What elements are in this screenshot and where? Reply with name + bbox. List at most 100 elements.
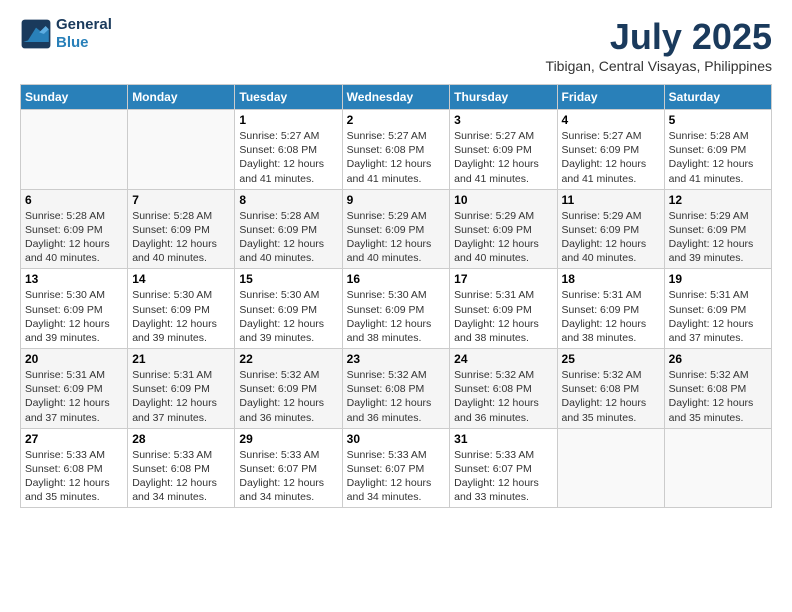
day-info: Sunrise: 5:30 AM Sunset: 6:09 PM Dayligh… xyxy=(347,288,446,345)
day-number: 4 xyxy=(562,113,660,127)
day-number: 26 xyxy=(669,352,767,366)
day-number: 15 xyxy=(239,272,337,286)
calendar-day-cell: 23Sunrise: 5:32 AM Sunset: 6:08 PM Dayli… xyxy=(342,349,450,429)
calendar-day-cell: 18 Sunrise: 5:31 AM Sunset: 6:09 PM Dayli… xyxy=(557,269,664,349)
day-of-week-header: Monday xyxy=(128,85,235,110)
calendar-header: SundayMondayTuesdayWednesdayThursdayFrid… xyxy=(21,85,772,110)
day-number: 12 xyxy=(669,193,767,207)
day-info: Sunrise: 5:29 AM Sunset: 6:09 PM Dayligh… xyxy=(669,209,767,266)
day-info: Sunrise: 5:27 AM Sunset: 6:09 PM Dayligh… xyxy=(454,129,552,186)
day-of-week-header: Thursday xyxy=(450,85,557,110)
day-info: Sunrise: 5:32 AM Sunset: 6:08 PM Dayligh… xyxy=(669,368,767,425)
day-info: Sunrise: 5:33 AM Sunset: 6:07 PM Dayligh… xyxy=(347,448,446,505)
day-number: 19 xyxy=(669,272,767,286)
day-info: Sunrise: 5:33 AM Sunset: 6:07 PM Dayligh… xyxy=(454,448,552,505)
day-info: Sunrise: 5:31 AM Sunset: 6:09 PM Dayligh… xyxy=(562,288,660,345)
calendar-day-cell: 7 Sunrise: 5:28 AM Sunset: 6:09 PM Daylig… xyxy=(128,189,235,269)
calendar-body: 1 Sunrise: 5:27 AM Sunset: 6:08 PM Daylig… xyxy=(21,110,772,508)
calendar-week-row: 1 Sunrise: 5:27 AM Sunset: 6:08 PM Daylig… xyxy=(21,110,772,190)
day-info: Sunrise: 5:30 AM Sunset: 6:09 PM Dayligh… xyxy=(132,288,230,345)
logo-icon xyxy=(20,18,52,50)
day-number: 8 xyxy=(239,193,337,207)
day-of-week-header: Friday xyxy=(557,85,664,110)
day-info: Sunrise: 5:30 AM Sunset: 6:09 PM Dayligh… xyxy=(25,288,123,345)
calendar-day-cell: 14Sunrise: 5:30 AM Sunset: 6:09 PM Dayli… xyxy=(128,269,235,349)
calendar-day-cell: 10Sunrise: 5:29 AM Sunset: 6:09 PM Dayli… xyxy=(450,189,557,269)
calendar-day-cell: 15 Sunrise: 5:30 AM Sunset: 6:09 PM Dayli… xyxy=(235,269,342,349)
calendar-table: SundayMondayTuesdayWednesdayThursdayFrid… xyxy=(20,84,772,508)
calendar-day-cell: 4 Sunrise: 5:27 AM Sunset: 6:09 PM Daylig… xyxy=(557,110,664,190)
day-info: Sunrise: 5:31 AM Sunset: 6:09 PM Dayligh… xyxy=(25,368,123,425)
day-info: Sunrise: 5:32 AM Sunset: 6:08 PM Dayligh… xyxy=(454,368,552,425)
day-number: 5 xyxy=(669,113,767,127)
day-number: 7 xyxy=(132,193,230,207)
calendar-day-cell: 13 Sunrise: 5:30 AM Sunset: 6:09 PM Dayli… xyxy=(21,269,128,349)
day-number: 29 xyxy=(239,432,337,446)
day-info: Sunrise: 5:31 AM Sunset: 6:09 PM Dayligh… xyxy=(132,368,230,425)
page-header: General Blue July 2025 Tibigan, Central … xyxy=(20,16,772,74)
calendar-week-row: 27Sunrise: 5:33 AM Sunset: 6:08 PM Dayli… xyxy=(21,428,772,508)
day-number: 31 xyxy=(454,432,552,446)
day-info: Sunrise: 5:27 AM Sunset: 6:09 PM Dayligh… xyxy=(562,129,660,186)
calendar-day-cell: 31 Sunrise: 5:33 AM Sunset: 6:07 PM Dayli… xyxy=(450,428,557,508)
calendar-week-row: 20 Sunrise: 5:31 AM Sunset: 6:09 PM Dayli… xyxy=(21,349,772,429)
calendar-day-cell: 22Sunrise: 5:32 AM Sunset: 6:09 PM Dayli… xyxy=(235,349,342,429)
day-info: Sunrise: 5:31 AM Sunset: 6:09 PM Dayligh… xyxy=(669,288,767,345)
day-info: Sunrise: 5:28 AM Sunset: 6:09 PM Dayligh… xyxy=(25,209,123,266)
day-number: 2 xyxy=(347,113,446,127)
calendar-day-cell: 20 Sunrise: 5:31 AM Sunset: 6:09 PM Dayli… xyxy=(21,349,128,429)
calendar-day-cell: 12 Sunrise: 5:29 AM Sunset: 6:09 PM Dayli… xyxy=(664,189,771,269)
day-number: 6 xyxy=(25,193,123,207)
logo: General Blue xyxy=(20,16,112,52)
day-number: 16 xyxy=(347,272,446,286)
day-of-week-header: Tuesday xyxy=(235,85,342,110)
calendar-day-cell: 8 Sunrise: 5:28 AM Sunset: 6:09 PM Daylig… xyxy=(235,189,342,269)
day-info: Sunrise: 5:27 AM Sunset: 6:08 PM Dayligh… xyxy=(239,129,337,186)
calendar-day-cell: 3Sunrise: 5:27 AM Sunset: 6:09 PM Daylig… xyxy=(450,110,557,190)
calendar-day-cell: 11 Sunrise: 5:29 AM Sunset: 6:09 PM Dayli… xyxy=(557,189,664,269)
calendar-day-cell: 25Sunrise: 5:32 AM Sunset: 6:08 PM Dayli… xyxy=(557,349,664,429)
day-number: 27 xyxy=(25,432,123,446)
day-info: Sunrise: 5:28 AM Sunset: 6:09 PM Dayligh… xyxy=(669,129,767,186)
day-number: 18 xyxy=(562,272,660,286)
calendar-day-cell xyxy=(557,428,664,508)
day-number: 20 xyxy=(25,352,123,366)
calendar-header-row: SundayMondayTuesdayWednesdayThursdayFrid… xyxy=(21,85,772,110)
calendar-day-cell: 6 Sunrise: 5:28 AM Sunset: 6:09 PM Daylig… xyxy=(21,189,128,269)
day-number: 22 xyxy=(239,352,337,366)
calendar-day-cell xyxy=(664,428,771,508)
calendar-day-cell: 28Sunrise: 5:33 AM Sunset: 6:08 PM Dayli… xyxy=(128,428,235,508)
calendar-day-cell: 5 Sunrise: 5:28 AM Sunset: 6:09 PM Daylig… xyxy=(664,110,771,190)
day-of-week-header: Wednesday xyxy=(342,85,450,110)
calendar-day-cell: 21 Sunrise: 5:31 AM Sunset: 6:09 PM Dayli… xyxy=(128,349,235,429)
calendar-day-cell: 27Sunrise: 5:33 AM Sunset: 6:08 PM Dayli… xyxy=(21,428,128,508)
calendar-day-cell: 9 Sunrise: 5:29 AM Sunset: 6:09 PM Daylig… xyxy=(342,189,450,269)
calendar-day-cell: 26 Sunrise: 5:32 AM Sunset: 6:08 PM Dayli… xyxy=(664,349,771,429)
calendar-day-cell: 19 Sunrise: 5:31 AM Sunset: 6:09 PM Dayli… xyxy=(664,269,771,349)
day-number: 21 xyxy=(132,352,230,366)
calendar-day-cell: 2 Sunrise: 5:27 AM Sunset: 6:08 PM Daylig… xyxy=(342,110,450,190)
calendar-day-cell: 1 Sunrise: 5:27 AM Sunset: 6:08 PM Daylig… xyxy=(235,110,342,190)
day-number: 13 xyxy=(25,272,123,286)
calendar-day-cell: 29Sunrise: 5:33 AM Sunset: 6:07 PM Dayli… xyxy=(235,428,342,508)
title-block: July 2025 Tibigan, Central Visayas, Phil… xyxy=(546,16,772,74)
day-number: 23 xyxy=(347,352,446,366)
day-info: Sunrise: 5:27 AM Sunset: 6:08 PM Dayligh… xyxy=(347,129,446,186)
calendar-week-row: 6 Sunrise: 5:28 AM Sunset: 6:09 PM Daylig… xyxy=(21,189,772,269)
calendar-day-cell xyxy=(128,110,235,190)
logo-text: General Blue xyxy=(56,16,112,52)
day-number: 11 xyxy=(562,193,660,207)
calendar-week-row: 13 Sunrise: 5:30 AM Sunset: 6:09 PM Dayli… xyxy=(21,269,772,349)
day-info: Sunrise: 5:28 AM Sunset: 6:09 PM Dayligh… xyxy=(132,209,230,266)
calendar-day-cell: 17Sunrise: 5:31 AM Sunset: 6:09 PM Dayli… xyxy=(450,269,557,349)
day-info: Sunrise: 5:28 AM Sunset: 6:09 PM Dayligh… xyxy=(239,209,337,266)
day-info: Sunrise: 5:30 AM Sunset: 6:09 PM Dayligh… xyxy=(239,288,337,345)
day-info: Sunrise: 5:31 AM Sunset: 6:09 PM Dayligh… xyxy=(454,288,552,345)
day-number: 25 xyxy=(562,352,660,366)
calendar-day-cell: 30Sunrise: 5:33 AM Sunset: 6:07 PM Dayli… xyxy=(342,428,450,508)
day-number: 28 xyxy=(132,432,230,446)
day-info: Sunrise: 5:29 AM Sunset: 6:09 PM Dayligh… xyxy=(562,209,660,266)
day-info: Sunrise: 5:29 AM Sunset: 6:09 PM Dayligh… xyxy=(347,209,446,266)
day-number: 9 xyxy=(347,193,446,207)
day-number: 1 xyxy=(239,113,337,127)
